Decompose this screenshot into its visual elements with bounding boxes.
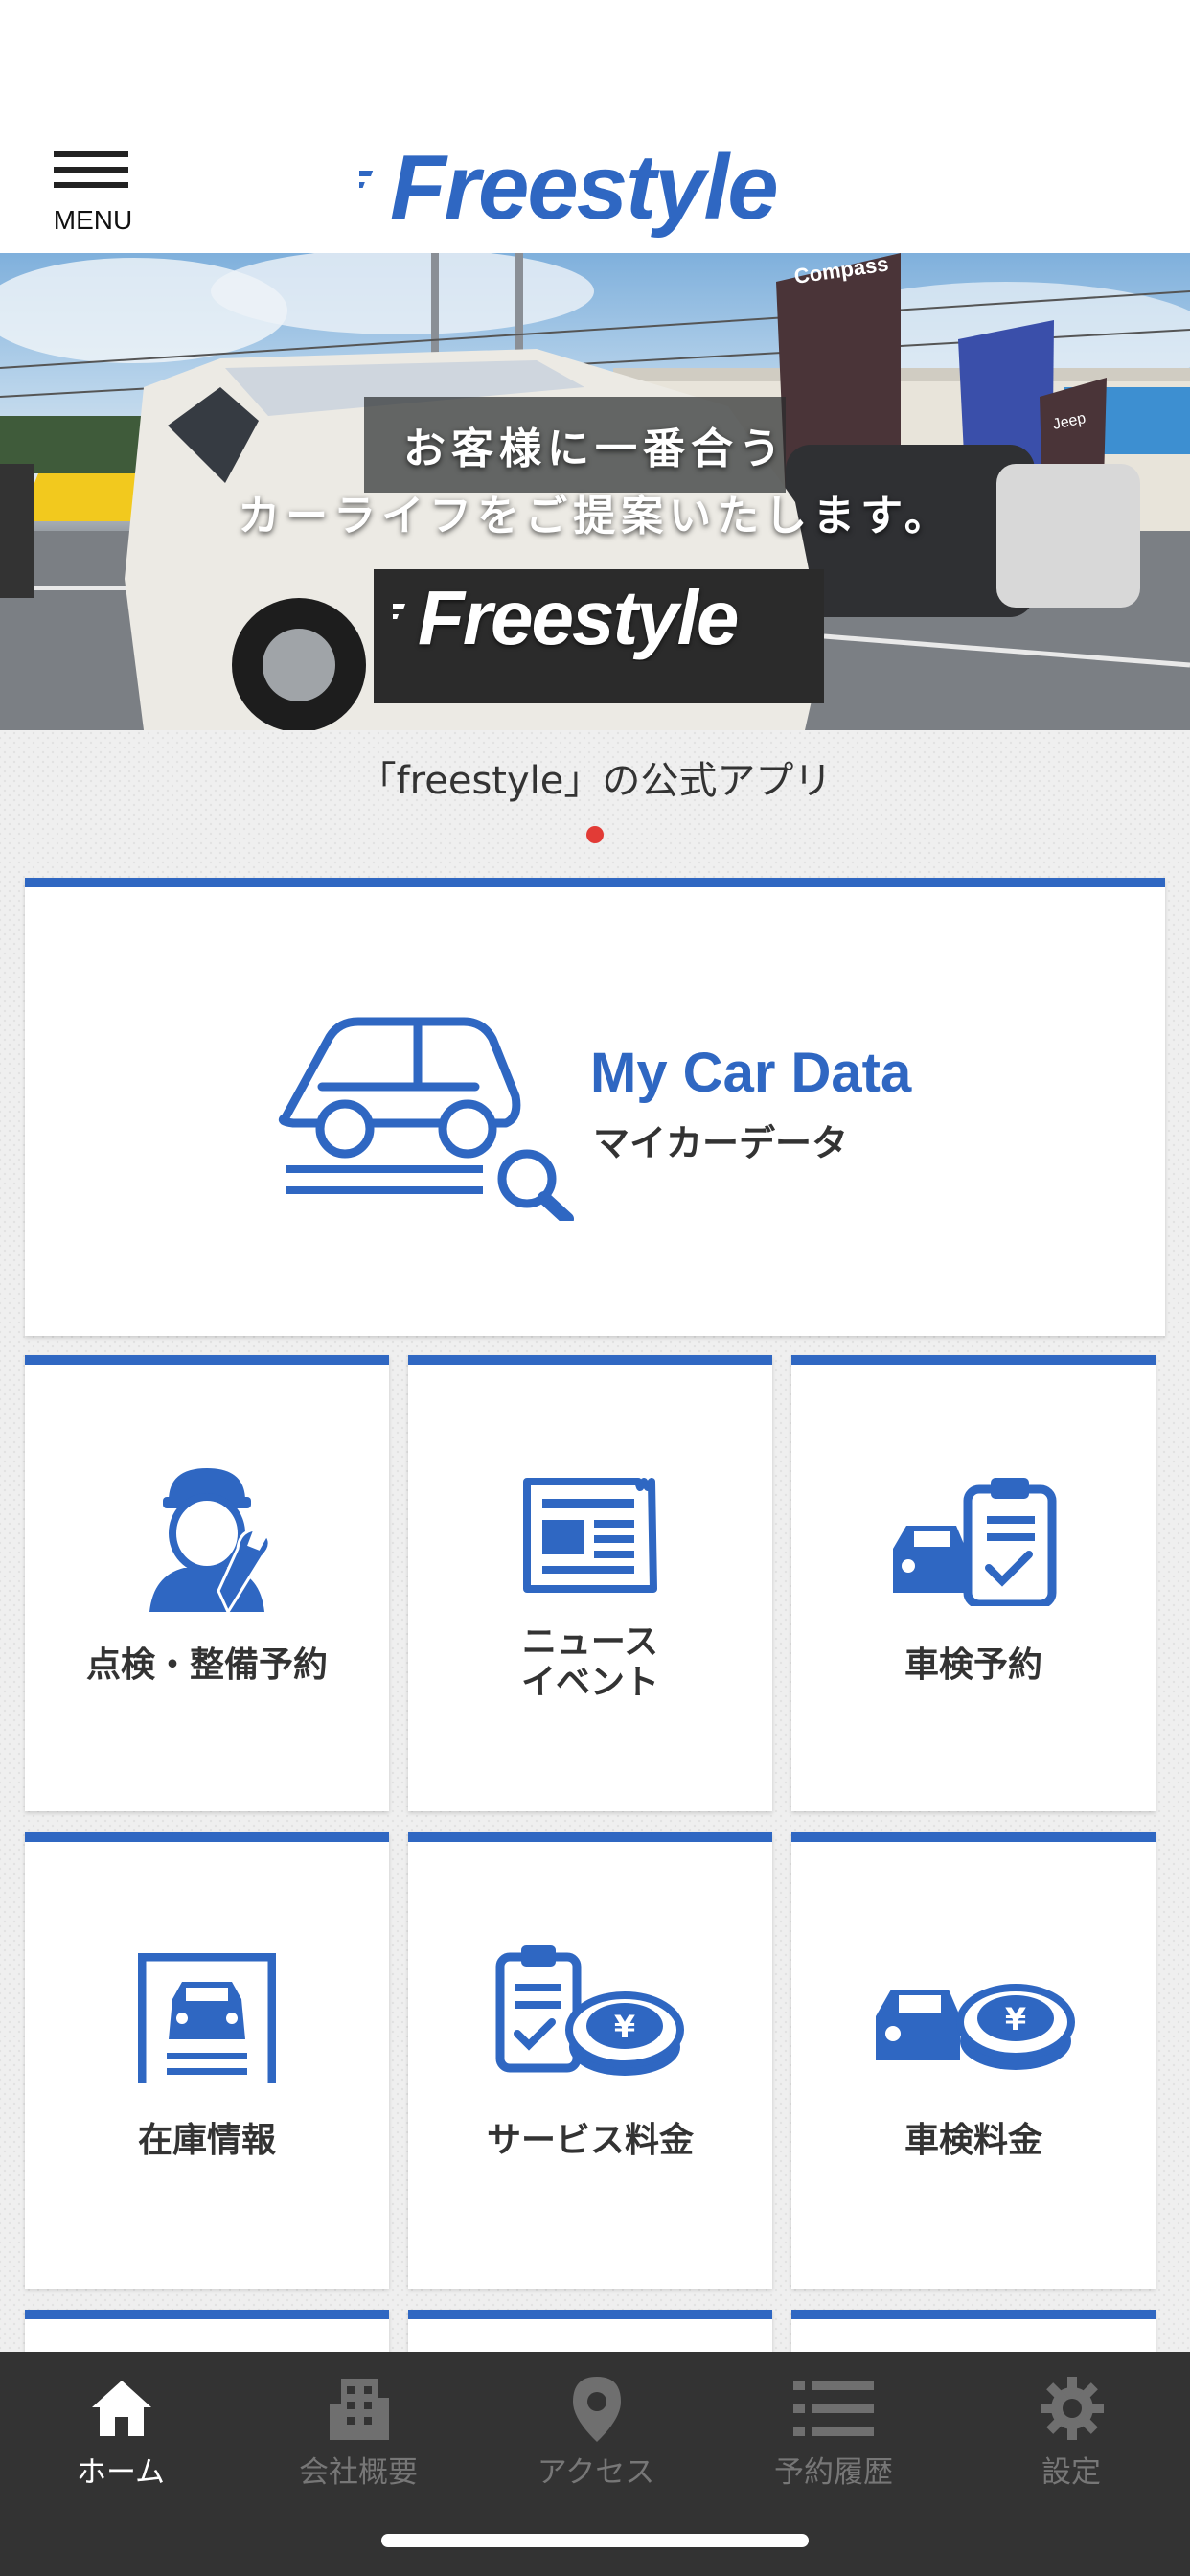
my-car-data-title: My Car Data [590,1042,912,1104]
tab-access[interactable]: アクセス [477,2352,715,2505]
hero-headline-line2: カーライフをご提案いたします。 [238,492,952,540]
app-header: MENU Freestyle [0,0,1190,253]
menu-label: MENU [53,205,133,235]
logo-text: Freestyle [390,136,777,239]
hero-headline-line1: お客様に一番合う [403,425,787,473]
service-fee-tile[interactable]: ¥ サービス料金 [408,1832,772,2288]
my-car-data-subtitle: マイカーデータ [593,1122,849,1164]
tab-label: アクセス [537,2455,655,2490]
building-icon [330,2379,389,2440]
home-icon [92,2380,151,2436]
newspaper-icon [523,1478,657,1593]
hero-logo-text: Freestyle [418,575,738,660]
car-search-icon [278,1017,574,1221]
tile-label: ニュース [521,1622,659,1662]
car-clipboard-icon [893,1478,1057,1606]
svg-text:¥: ¥ [614,2009,635,2045]
tab-settings[interactable]: 設定 [952,2352,1190,2505]
tab-label: 予約履歴 [774,2455,893,2490]
menu-icon-line [54,151,128,157]
car-coins-icon: ¥ [876,1984,1075,2070]
tile-label: サービス料金 [486,2121,694,2160]
tab-reservation-history[interactable]: 予約履歴 [715,2352,952,2505]
tile-label: 車検料金 [904,2121,1042,2160]
tab-label: 設定 [1041,2455,1101,2490]
hero-banner[interactable]: Compass Jeep お客様に一番合う カーライフをご提案いたします。 Fr… [0,253,1190,730]
maintenance-reservation-tile[interactable]: 点検・整備予約 [25,1355,389,1811]
menu-button[interactable]: MENU [50,151,134,238]
map-pin-icon [573,2377,621,2442]
banner-caption: 「freestyle」の公式アプリ [357,759,833,803]
home-indicator[interactable] [381,2534,809,2547]
inventory-tile[interactable]: 在庫情報 [25,1832,389,2288]
tile-label: 在庫情報 [137,2121,276,2160]
svg-text:¥: ¥ [1005,2001,1026,2037]
news-event-tile[interactable]: ニュース イベント [408,1355,772,1811]
freestyle-logo[interactable]: Freestyle [359,134,829,240]
tab-home[interactable]: ホーム [2,2352,240,2505]
tab-label: 会社概要 [299,2455,418,2490]
tab-company[interactable]: 会社概要 [240,2352,477,2505]
menu-icon-line [54,182,128,188]
carousel-page-indicator[interactable] [586,826,604,843]
tile-label: 点検・整備予約 [85,1645,328,1685]
tile-label: イベント [520,1663,659,1702]
clipboard-coins-icon: ¥ [495,1945,684,2076]
gear-icon [1041,2377,1104,2440]
hero-freestyle-logo: Freestyle [393,575,740,660]
mechanic-icon [149,1468,271,1616]
list-icon [793,2380,874,2436]
my-car-data-tile[interactable]: My Car Data マイカーデータ [25,878,1165,1336]
tab-label: ホーム [76,2455,166,2490]
inspection-fee-tile[interactable]: ¥ 車検料金 [791,1832,1156,2288]
tile-label: 車検予約 [904,1645,1042,1685]
garage-car-icon [138,1953,276,2083]
inspection-reservation-tile[interactable]: 車検予約 [791,1355,1156,1811]
menu-icon-line [54,167,128,172]
